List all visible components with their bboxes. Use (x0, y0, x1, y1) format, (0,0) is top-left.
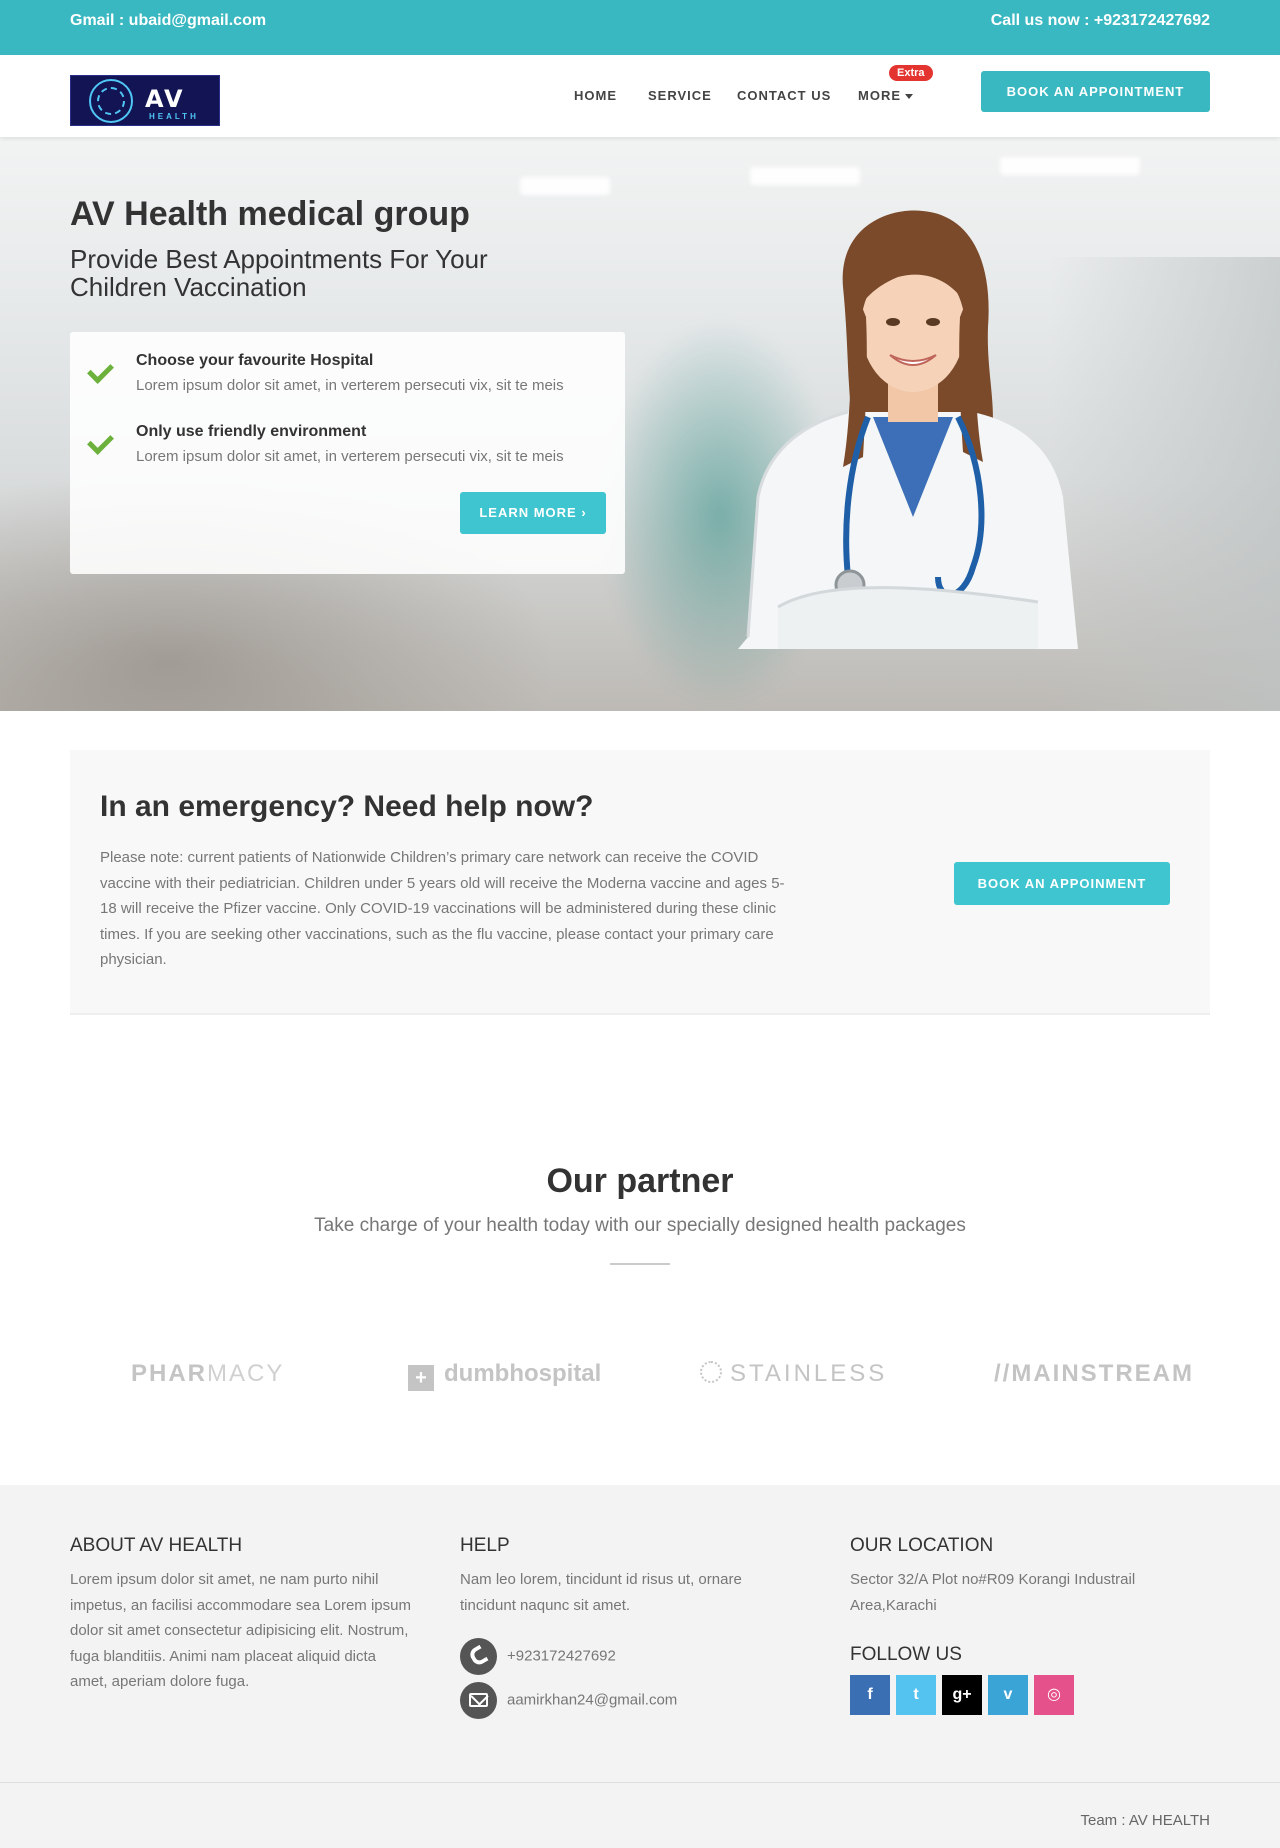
emergency-section: In an emergency? Need help now? Please n… (70, 750, 1210, 1015)
stainless-logo-text: STAINLESS (730, 1360, 888, 1387)
nav-service[interactable]: SERVICE (648, 88, 712, 103)
partner-logo-mainstream: //MAINSTREAM (994, 1360, 1194, 1387)
footer: ABOUT AV HEALTH Lorem ipsum dolor sit am… (0, 1485, 1280, 1848)
extra-badge: Extra (889, 65, 933, 81)
sun-icon (700, 1361, 722, 1383)
twitter-icon[interactable]: t (896, 1675, 936, 1715)
footer-about-text: Lorem ipsum dolor sit amet, ne nam purto… (70, 1571, 411, 1690)
footer-location-heading: OUR LOCATION (850, 1535, 994, 1556)
partner-title: Our partner (546, 1162, 734, 1200)
footer-phone[interactable]: +923172427692 (460, 1638, 616, 1675)
google-plus-icon[interactable]: g+ (942, 1675, 982, 1715)
feature-text: Lorem ipsum dolor sit amet, in verterem … (136, 448, 564, 465)
emergency-text: Please note: current patients of Nationw… (100, 849, 785, 968)
footer-about-heading: ABOUT AV HEALTH (70, 1535, 243, 1556)
phone-icon (460, 1638, 497, 1675)
nav-contact-us[interactable]: CONTACT US (737, 88, 831, 103)
plus-icon: + (408, 1365, 434, 1391)
ceiling-light (750, 167, 860, 185)
hero-section: AV Health medical group Provide Best App… (0, 137, 1280, 711)
footer-email[interactable]: aamirkhan24@gmail.com (460, 1682, 677, 1719)
footer-divider (0, 1782, 1280, 1783)
dumbhospital-logo-text: dumbhospital (444, 1360, 602, 1387)
partner-logo-pharmacy: PHARMACY (131, 1360, 284, 1388)
hero-subtitle: Provide Best Appointments For Your Child… (70, 244, 488, 302)
dribbble-icon[interactable]: ◎ (1034, 1675, 1074, 1715)
book-appointment-button[interactable]: BOOK AN APPOINMENT (954, 862, 1170, 905)
main-navbar: AV HEALTH HOME SERVICE CONTACT US MORE E… (0, 55, 1280, 137)
ceiling-light (520, 177, 610, 195)
check-icon (90, 359, 120, 379)
pharmacy-logo-light: MACY (207, 1360, 285, 1387)
doctor-image (738, 210, 1078, 649)
partner-logo-dumbhospital: + dumbhospital (408, 1360, 601, 1391)
top-contact-bar: Gmail : ubaid@gmail.com Call us now : +9… (0, 0, 1280, 55)
logo-text: AV (145, 85, 185, 113)
envelope-icon (460, 1682, 497, 1719)
footer-help-heading: HELP (460, 1535, 510, 1556)
learn-more-button[interactable]: LEARN MORE › (460, 492, 606, 534)
partner-subtitle: Take charge of your health today with ou… (314, 1215, 966, 1236)
feature-text: Lorem ipsum dolor sit amet, in verterem … (136, 377, 564, 394)
hero-feature-card: Choose your favourite Hospital Lorem ips… (70, 332, 625, 574)
nav-home[interactable]: HOME (574, 88, 617, 103)
top-phone: Call us now : +923172427692 (990, 12, 1210, 29)
partner-logo-stainless: STAINLESS (700, 1360, 887, 1388)
vimeo-icon[interactable]: v (988, 1675, 1028, 1715)
caret-down-icon (905, 94, 913, 100)
check-icon (90, 430, 120, 450)
footer-help-text: Nam leo lorem, tincidunt id risus ut, or… (460, 1571, 742, 1614)
feature-title: Only use friendly environment (136, 423, 367, 440)
nav-more-label: MORE (858, 88, 901, 103)
hero-bg-wall (1050, 257, 1280, 711)
pharmacy-logo-bold: PHAR (131, 1360, 208, 1387)
footer-team: Team : AV HEALTH (1080, 1812, 1211, 1829)
nav-more-dropdown[interactable]: MORE (858, 88, 913, 103)
footer-location-text: Sector 32/A Plot no#R09 Korangi Industra… (850, 1571, 1136, 1614)
emergency-title: In an emergency? Need help now? (100, 790, 594, 823)
footer-phone-text: +923172427692 (507, 1647, 616, 1665)
logo-inner-ring-icon (97, 87, 125, 115)
logo-subtext: HEALTH (149, 112, 199, 121)
facebook-icon[interactable]: f (850, 1675, 890, 1715)
book-appointment-button[interactable]: BOOK AN APPOINTMENT (981, 71, 1210, 112)
section-divider (610, 1263, 670, 1265)
footer-follow-heading: FOLLOW US (850, 1644, 962, 1665)
feature-title: Choose your favourite Hospital (136, 352, 374, 369)
hero-title: AV Health medical group (70, 195, 470, 233)
av-health-logo[interactable]: AV HEALTH (70, 75, 220, 126)
footer-email-text: aamirkhan24@gmail.com (507, 1691, 678, 1709)
ceiling-light (1000, 157, 1140, 175)
top-email: Gmail : ubaid@gmail.com (70, 12, 267, 29)
